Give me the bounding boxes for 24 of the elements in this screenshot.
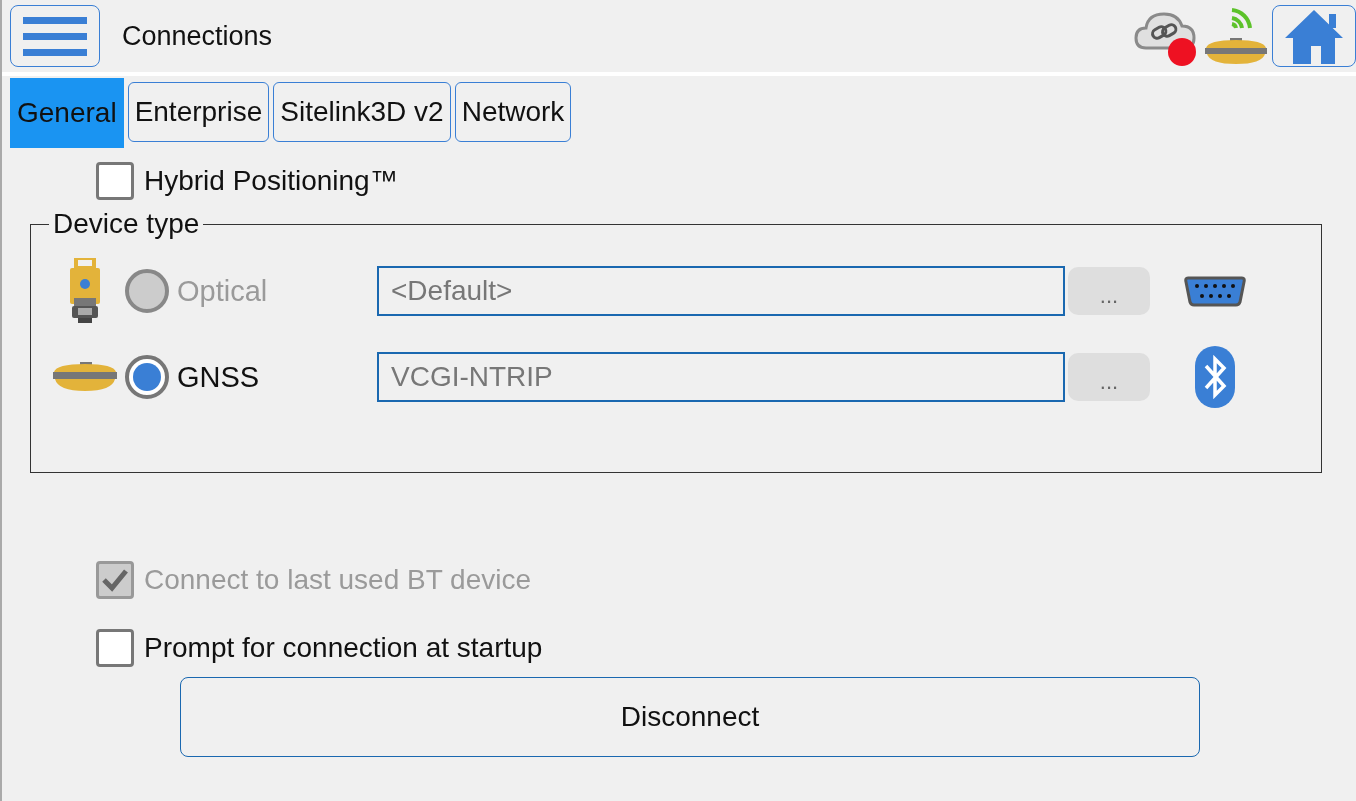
home-button[interactable] — [1272, 5, 1356, 67]
checkbox-label: Connect to last used BT device — [144, 564, 532, 596]
home-icon — [1283, 8, 1345, 64]
tab[interactable]: Enterprise — [127, 82, 270, 142]
radio-button[interactable] — [125, 355, 169, 399]
group-title: Device type — [52, 208, 201, 240]
menu-icon — [23, 15, 87, 57]
tab[interactable]: General — [10, 78, 124, 148]
menu-button[interactable] — [10, 5, 100, 67]
gnss-receiver-icon — [52, 362, 118, 392]
radio-label: GNSS — [177, 360, 261, 394]
disconnect-button[interactable]: Disconnect — [180, 677, 1200, 757]
device-field[interactable]: VCGI-NTRIP — [377, 352, 1065, 402]
checkbox-label: Hybrid Positioning™ — [144, 165, 398, 197]
radio-label: Optical — [177, 274, 269, 308]
page-title: Connections — [122, 20, 273, 52]
tab[interactable]: Network — [454, 82, 572, 142]
checkbox-label: Prompt for connection at startup — [144, 632, 543, 664]
checkbox[interactable] — [96, 162, 134, 200]
checkbox[interactable] — [96, 629, 134, 667]
serial-port-icon[interactable] — [1184, 274, 1246, 308]
total-station-icon — [68, 258, 102, 324]
bluetooth-icon[interactable] — [1195, 346, 1235, 408]
tab[interactable]: Sitelink3D v2 — [273, 82, 451, 142]
